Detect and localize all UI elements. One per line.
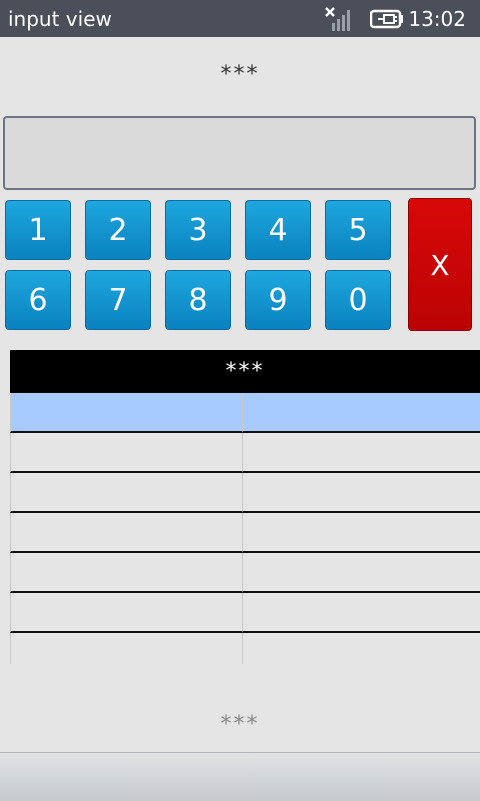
table-cell[interactable] [10, 513, 244, 553]
clear-button[interactable]: X [408, 198, 472, 331]
battery-charging-icon [370, 9, 403, 29]
key-6[interactable]: 6 [5, 270, 71, 330]
table-row[interactable] [10, 593, 480, 633]
table-cell[interactable] [243, 633, 480, 664]
no-signal-icon [325, 7, 350, 31]
app-title: input view [8, 7, 112, 31]
masked-footer-text: *** [220, 712, 260, 737]
key-3[interactable]: 3 [165, 200, 231, 260]
table-cell[interactable] [10, 593, 244, 633]
data-table [10, 393, 480, 664]
table-cell[interactable] [243, 513, 480, 553]
key-1[interactable]: 1 [5, 200, 71, 260]
key-0[interactable]: 0 [325, 270, 391, 330]
table-cell[interactable] [10, 633, 244, 664]
masked-header-text: *** [220, 62, 260, 87]
table-row[interactable] [10, 393, 480, 433]
key-7[interactable]: 7 [85, 270, 151, 330]
table-cell[interactable] [10, 553, 244, 593]
table-cell[interactable] [243, 553, 480, 593]
key-4[interactable]: 4 [245, 200, 311, 260]
table-cell[interactable] [10, 433, 244, 473]
status-bar: input view 13:02 [0, 0, 480, 37]
table-cell[interactable] [243, 473, 480, 513]
key-9[interactable]: 9 [245, 270, 311, 330]
key-5[interactable]: 5 [325, 200, 391, 260]
table-row[interactable] [10, 553, 480, 593]
table-cell[interactable] [10, 393, 244, 433]
table-row[interactable] [10, 433, 480, 473]
table-row[interactable] [10, 513, 480, 553]
clock: 13:02 [408, 7, 466, 31]
table-cell[interactable] [243, 433, 480, 473]
key-2[interactable]: 2 [85, 200, 151, 260]
table-cell[interactable] [10, 473, 244, 513]
table-row[interactable] [10, 633, 480, 664]
table-cell[interactable] [243, 393, 480, 433]
pin-input-field[interactable] [3, 116, 476, 190]
key-8[interactable]: 8 [165, 270, 231, 330]
table-header: *** [10, 350, 480, 393]
table-row[interactable] [10, 473, 480, 513]
table-cell[interactable] [243, 593, 480, 633]
bottom-menu-bar[interactable] [0, 752, 480, 801]
